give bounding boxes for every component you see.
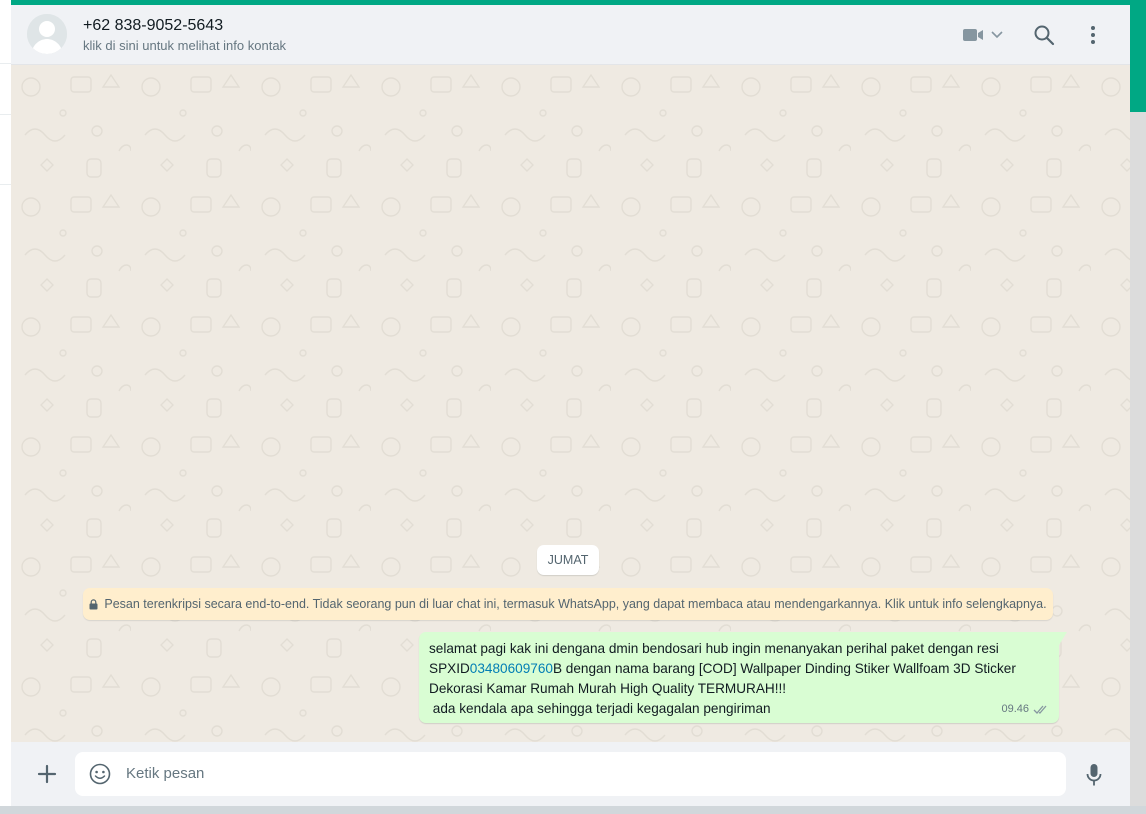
message-line: selamat pagi kak ini dengana dmin bendos… (429, 641, 999, 656)
message-placeholder: Ketik pesan (126, 765, 205, 782)
message-text: B dengan nama barang [COD] Wallpaper Din… (552, 661, 1016, 676)
chat-header: +62 838-9052-5643 klik di sini untuk mel… (11, 5, 1130, 65)
double-check-icon (1033, 705, 1047, 714)
window-bottom-edge (0, 806, 1146, 814)
message-input[interactable]: Ketik pesan (75, 752, 1066, 796)
default-avatar-icon (27, 14, 67, 54)
message-line: ada kendala apa sehingga terjadi kegagal… (429, 701, 771, 716)
search-icon (1034, 25, 1055, 46)
outgoing-message[interactable]: selamat pagi kak ini dengana dmin bendos… (419, 632, 1067, 723)
contact-name[interactable]: +62 838-9052-5643 (83, 17, 223, 35)
video-call-icon (963, 29, 983, 41)
bubble-tail (1059, 632, 1067, 645)
chevron-down-icon (991, 31, 1003, 39)
lock-icon (89, 598, 98, 609)
tracking-number-link[interactable]: 03480609760 (470, 661, 553, 676)
attach-plus-icon[interactable] (37, 764, 57, 784)
menu-icon (1091, 26, 1095, 44)
menu-button[interactable] (1090, 24, 1096, 46)
message-text: SPXID (429, 661, 470, 676)
chat-list-edge (0, 0, 11, 806)
microphone-icon[interactable] (1085, 763, 1103, 787)
encryption-notice[interactable]: Pesan terenkripsi secara end-to-end. Tid… (83, 588, 1053, 620)
message-meta: 09.46 (1001, 699, 1049, 719)
conversation-panel: +62 838-9052-5643 klik di sini untuk mel… (11, 5, 1130, 806)
message-time: 09.46 (1001, 703, 1029, 715)
video-call-button[interactable] (963, 24, 1003, 46)
encryption-notice-text: Pesan terenkripsi secara end-to-end. Tid… (104, 597, 1047, 611)
divider (0, 63, 11, 64)
message-line: SPXID03480609760B dengan nama barang [CO… (429, 659, 1049, 679)
divider (0, 184, 11, 185)
divider (0, 114, 11, 115)
emoji-icon[interactable] (89, 763, 111, 785)
avatar[interactable] (27, 14, 67, 54)
search-button[interactable] (1033, 24, 1055, 46)
message-line: Dekorasi Kamar Rumah Murah High Quality … (429, 681, 787, 696)
contact-info-hint[interactable]: klik di sini untuk melihat info kontak (83, 38, 286, 53)
day-divider: JUMAT (537, 545, 599, 575)
composer-bar: Ketik pesan (11, 742, 1130, 806)
